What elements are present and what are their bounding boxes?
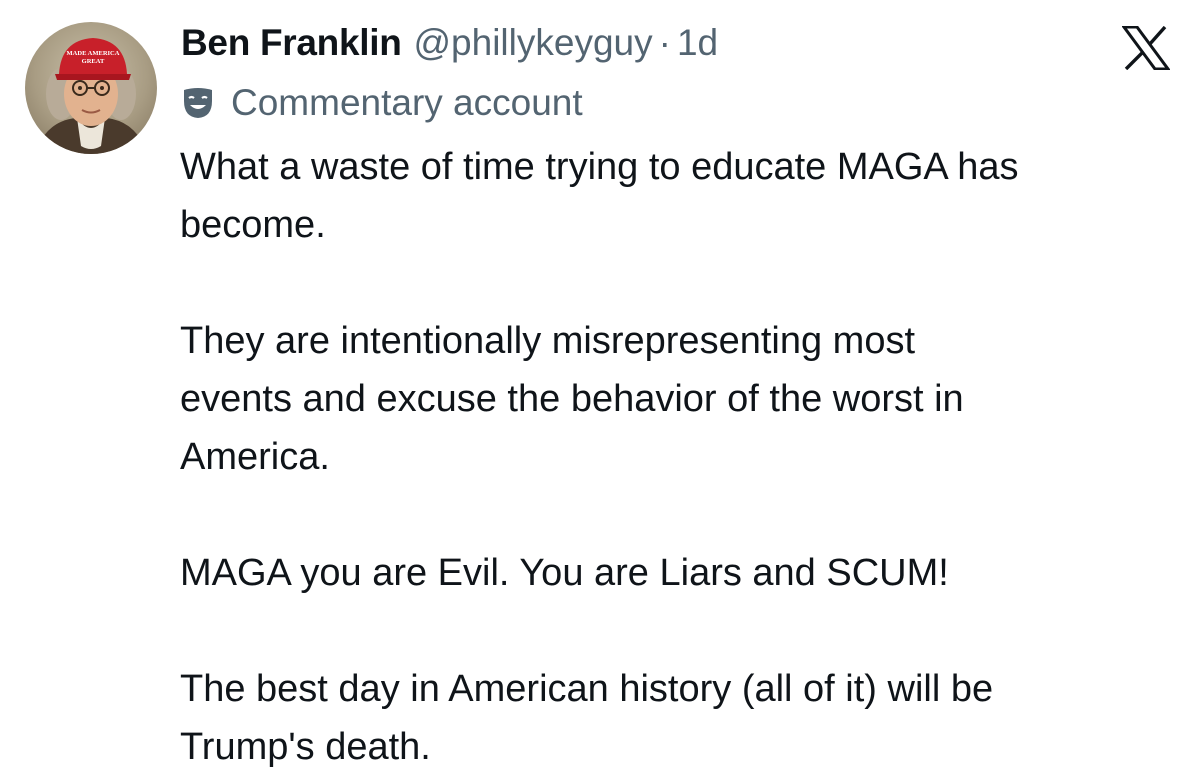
author-name[interactable]: Ben Franklin	[181, 22, 402, 64]
text-line: events and excuse the behavior of the wo…	[180, 378, 964, 420]
tweet-paragraph: The best day in American history (all of…	[180, 660, 1180, 776]
author-handle[interactable]: @phillykeyguy	[414, 22, 653, 64]
text-line: What a waste of time trying to educate M…	[180, 146, 1019, 188]
theater-mask-icon	[181, 86, 215, 120]
tweet-text: What a waste of time trying to educate M…	[180, 138, 1180, 776]
cap-text-line-2: GREAT	[82, 58, 105, 65]
x-logo-icon	[1121, 25, 1171, 71]
account-label: Commentary account	[181, 80, 583, 126]
text-line: They are intentionally misrepresenting m…	[180, 320, 916, 362]
separator-dot: ·	[658, 22, 671, 63]
tweet-header: Ben Franklin @phillykeyguy · 1d	[181, 22, 718, 68]
tweet-paragraph: What a waste of time trying to educate M…	[180, 138, 1180, 254]
avatar[interactable]: MADE AMERICA GREAT	[25, 22, 157, 154]
tweet-paragraph: They are intentionally misrepresenting m…	[180, 312, 1180, 486]
text-line: The best day in American history (all of…	[180, 668, 994, 710]
text-line: become.	[180, 204, 326, 246]
tweet-paragraph: MAGA you are Evil. You are Liars and SCU…	[180, 544, 1180, 602]
text-line: America.	[180, 436, 330, 478]
tweet: MADE AMERICA GREAT Ben Franklin @phillyk…	[0, 0, 1200, 770]
cap-text-line-1: MADE AMERICA	[67, 50, 120, 57]
account-label-text: Commentary account	[231, 82, 583, 123]
text-line: MAGA you are Evil. You are Liars and SCU…	[180, 552, 949, 594]
profile-photo: MADE AMERICA GREAT	[35, 38, 147, 154]
timestamp[interactable]: 1d	[677, 22, 718, 64]
text-line: Trump's death.	[180, 726, 431, 768]
